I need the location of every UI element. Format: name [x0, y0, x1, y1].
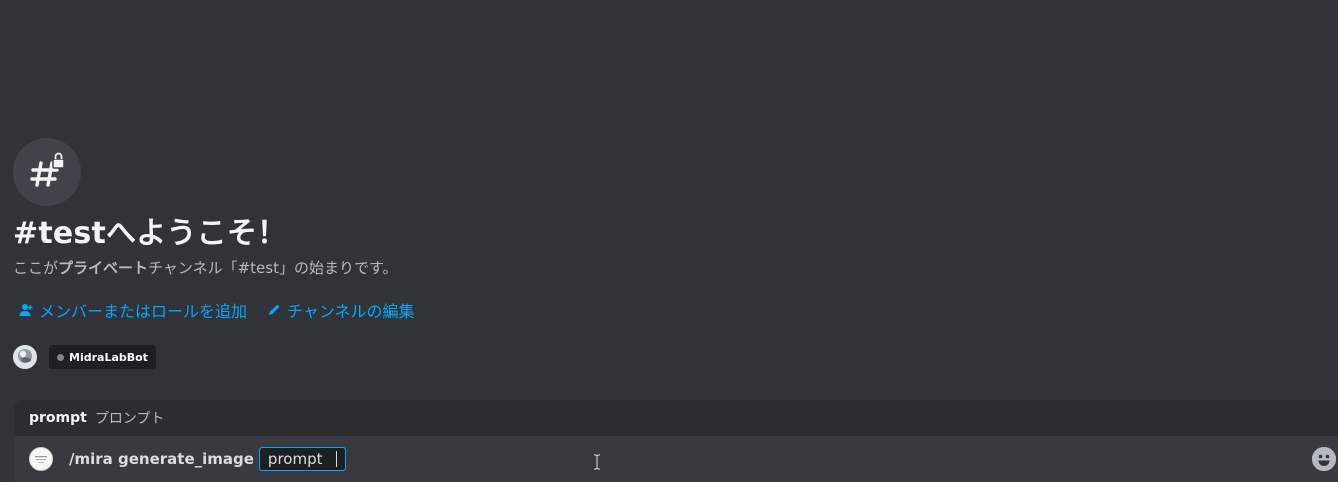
welcome-desc-suffix: チャンネル「#test」の始まりです。	[148, 259, 398, 277]
add-members-button[interactable]: メンバーまたはロールを追加	[19, 298, 247, 322]
bot-avatar	[29, 447, 53, 471]
text-caret	[336, 451, 338, 467]
hashtag-lock-icon	[13, 138, 81, 206]
avatar[interactable]	[13, 345, 37, 369]
prompt-parameter-input[interactable]: prompt	[258, 447, 347, 471]
emoji-smile-icon[interactable]	[1312, 447, 1336, 471]
pencil-icon	[267, 303, 281, 317]
welcome-title: #testへようこそ！	[13, 216, 288, 251]
message-composer[interactable]: /mira generate_image prompt	[14, 436, 1338, 482]
command-option-hint: prompt プロンプト	[14, 400, 1338, 436]
chat-area: #testへようこそ！ ここがプライベートチャンネル「#test」の始まりです。…	[0, 0, 1338, 482]
status-dot-icon	[57, 353, 64, 361]
channel-welcome: #testへようこそ！ ここがプライベートチャンネル「#test」の始まりです。…	[13, 138, 713, 322]
bot-member-chip[interactable]: MidraLabBot	[49, 345, 156, 369]
welcome-desc-prefix: ここが	[13, 259, 59, 277]
slash-command-text[interactable]: /mira generate_image	[69, 450, 254, 468]
edit-channel-label: チャンネルの編集	[287, 302, 415, 321]
ibeam-cursor-icon	[593, 454, 601, 470]
prompt-parameter-label: prompt	[267, 450, 323, 468]
welcome-desc-bold: プライベート	[58, 259, 149, 277]
welcome-description: ここがプライベートチャンネル「#test」の始まりです。	[13, 258, 713, 278]
welcome-actions: メンバーまたはロールを追加 チャンネルの編集	[13, 298, 713, 322]
edit-channel-button[interactable]: チャンネルの編集	[267, 298, 415, 322]
person-add-icon	[19, 303, 33, 317]
option-name: prompt	[29, 410, 87, 426]
channel-members: MidraLabBot	[13, 345, 156, 369]
add-members-label: メンバーまたはロールを追加	[39, 302, 248, 321]
bot-name: MidraLabBot	[69, 350, 148, 364]
option-description: プロンプト	[94, 411, 165, 427]
